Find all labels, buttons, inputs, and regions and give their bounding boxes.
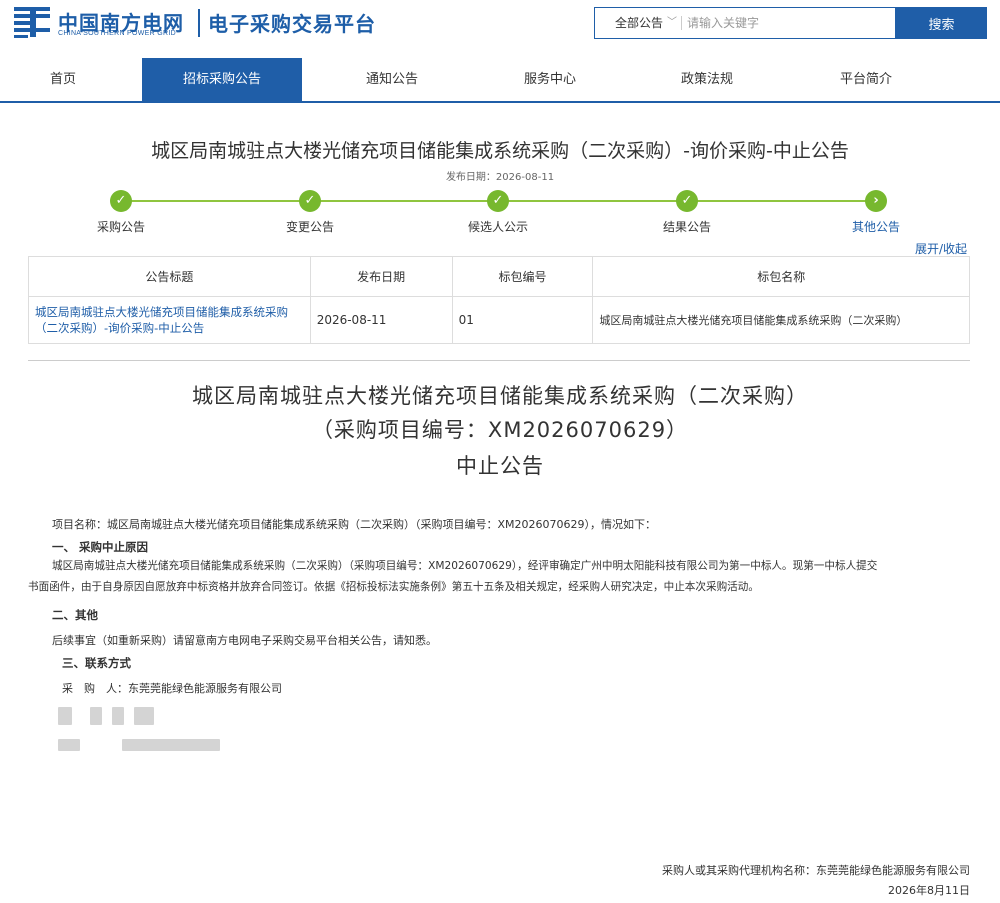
check-icon: ✓ xyxy=(110,190,132,212)
notice-title-link[interactable]: 城区局南城驻点大楼光储充项目储能集成系统采购（二次采购）-询价采购-中止公告 xyxy=(28,296,311,344)
redacted-text xyxy=(122,739,220,751)
table-header: 发布日期 xyxy=(309,256,453,297)
step-label: 采购公告 xyxy=(96,220,145,234)
section-divider xyxy=(28,360,970,361)
redacted-text xyxy=(58,707,72,725)
lot-table: 公告标题 发布日期 标包编号 标包名称 城区局南城驻点大楼光储充项目储能集成系统… xyxy=(28,256,970,344)
site-header: 中国南方电网 CHINA SOUTHERN POWER GRID 电子采购交易平… xyxy=(0,0,1000,48)
platform-title[interactable]: 电子采购交易平台 xyxy=(208,8,376,37)
notice-title: 城区局南城驻点大楼光储充项目储能集成系统采购（二次采购）-询价采购-中止公告 xyxy=(151,140,849,162)
search-divider xyxy=(681,16,682,30)
table-cell-lot-name: 城区局南城驻点大楼光储充项目储能集成系统采购（二次采购） xyxy=(592,296,970,344)
check-icon: ✓ xyxy=(299,190,321,212)
brand-divider xyxy=(198,9,200,37)
nav-item-service[interactable]: 服务中心 xyxy=(470,58,630,101)
redacted-text xyxy=(58,739,80,751)
table-cell-lot-no: 01 xyxy=(451,296,594,344)
step-other[interactable]: › 其他公告 xyxy=(826,190,926,235)
section-title: 三、联系方式 xyxy=(62,656,131,670)
search-scope-label: 全部公告 xyxy=(615,16,664,30)
table-header: 标包名称 xyxy=(592,256,970,297)
table-cell-date: 2026-08-11 xyxy=(309,296,453,344)
redacted-text xyxy=(112,707,124,725)
footer-date: 2026年8月11日 xyxy=(888,884,970,897)
step-change[interactable]: ✓ 变更公告 xyxy=(260,190,360,235)
check-icon: ✓ xyxy=(676,190,698,212)
step-procurement[interactable]: ✓ 采购公告 xyxy=(71,190,171,235)
table-row: 城区局南城驻点大楼光储充项目储能集成系统采购（二次采购）-询价采购-中止公告 2… xyxy=(28,296,970,344)
table-header: 标包编号 xyxy=(451,256,594,297)
expand-collapse-link[interactable]: 展开/收起 xyxy=(915,240,967,257)
document-heading: 城区局南城驻点大楼光储充项目储能集成系统采购（二次采购） xyxy=(192,384,808,408)
footer-organization: 采购人或其采购代理机构名称：东莞莞能绿色能源服务有限公司 xyxy=(662,864,970,877)
step-result[interactable]: ✓ 结果公告 xyxy=(637,190,737,235)
section-title: 一、 采购中止原因 xyxy=(52,540,149,554)
step-label: 候选人公示 xyxy=(467,220,528,234)
section-2-body: 后续事宜（如重新采购）请留意南方电网电子采购交易平台相关公告，请知悉。 xyxy=(52,634,437,647)
step-label: 其他公告 xyxy=(851,220,900,234)
csg-logo-icon[interactable] xyxy=(12,5,52,39)
search-box: 全部公告 ﹀ xyxy=(594,7,896,39)
document-project-number: （采购项目编号：XM2026070629） xyxy=(311,418,689,442)
nav-item-home[interactable]: 首页 xyxy=(0,58,143,101)
search-input[interactable] xyxy=(687,10,887,36)
chevron-right-icon: › xyxy=(865,190,887,212)
publish-date: 发布日期：2026-08-11 xyxy=(445,172,555,183)
section-title: 二、其他 xyxy=(52,608,98,622)
nav-item-about[interactable]: 平台简介 xyxy=(786,58,946,101)
redacted-text xyxy=(90,707,102,725)
search-button[interactable]: 搜索 xyxy=(896,7,987,39)
nav-item-notices[interactable]: 通知公告 xyxy=(312,58,472,101)
main-nav: 首页 招标采购公告 通知公告 服务中心 政策法规 平台简介 xyxy=(0,58,1000,103)
redacted-text xyxy=(134,707,154,725)
search-scope-select[interactable]: 全部公告 ﹀ xyxy=(595,8,681,38)
step-candidate[interactable]: ✓ 候选人公示 xyxy=(448,190,548,235)
step-label: 结果公告 xyxy=(662,220,711,234)
purchaser-line: 采 购 人：东莞莞能绿色能源服务有限公司 xyxy=(62,682,282,695)
table-header: 公告标题 xyxy=(28,256,311,297)
document-type-heading: 中止公告 xyxy=(456,454,544,478)
step-label: 变更公告 xyxy=(285,220,334,234)
nav-item-procurement[interactable]: 招标采购公告 xyxy=(142,58,302,101)
check-icon: ✓ xyxy=(487,190,509,212)
chevron-down-icon: ﹀ xyxy=(667,17,677,28)
table-header-row: 公告标题 发布日期 标包编号 标包名称 xyxy=(28,256,970,297)
section-1-line-1: 城区局南城驻点大楼光储充项目储能集成系统采购（二次采购）（采购项目编号：XM20… xyxy=(52,560,878,572)
nav-item-policy[interactable]: 政策法规 xyxy=(627,58,787,101)
section-1-line-2: 书面函件，由于自身原因自愿放弃中标资格并放弃合同签订。依据《招标投标法实施条例》… xyxy=(28,581,759,593)
intro-paragraph: 项目名称：城区局南城驻点大楼光储充项目储能集成系统采购（二次采购）（采购项目编号… xyxy=(52,518,657,531)
brand-name-en: CHINA SOUTHERN POWER GRID xyxy=(58,30,176,37)
